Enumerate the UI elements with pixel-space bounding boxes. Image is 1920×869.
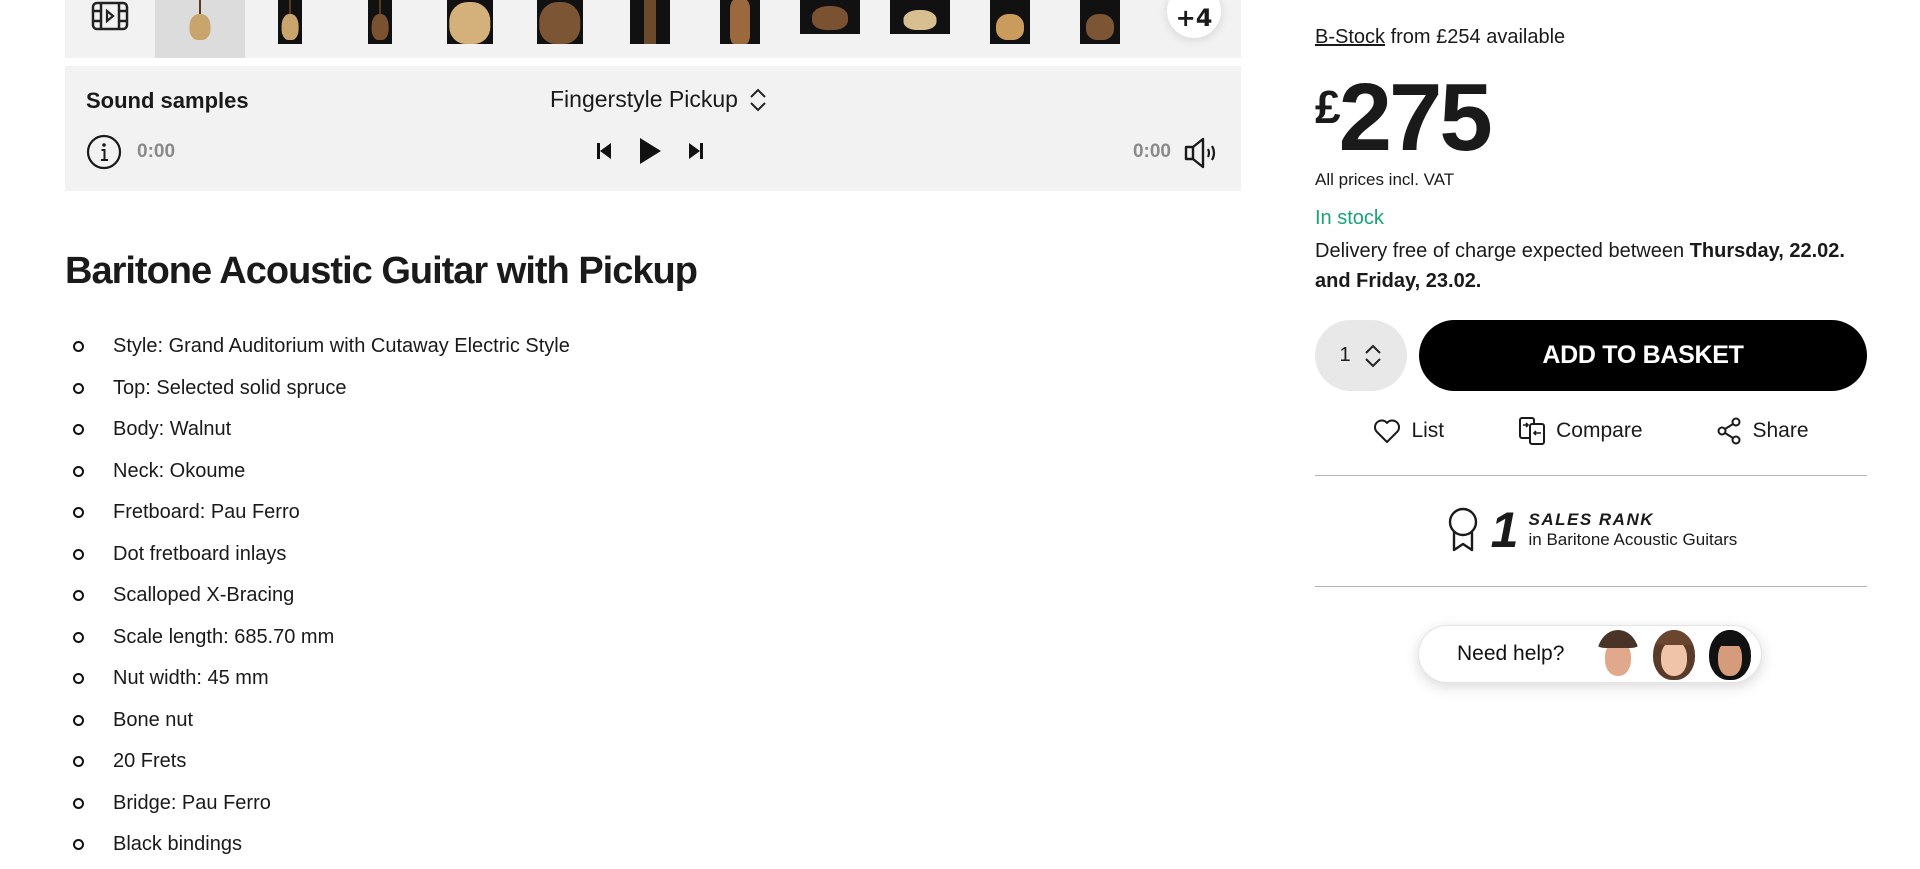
thumbnail-2[interactable] (245, 0, 335, 58)
bstock-offer: B-Stock from £254 available (1315, 26, 1565, 49)
divider (1315, 586, 1867, 587)
bullet-icon (73, 631, 84, 643)
chevron-up-down-icon (750, 88, 766, 111)
previous-button[interactable] (595, 141, 613, 161)
feature-item: Fretboard: Pau Ferro (65, 492, 570, 534)
feature-list: Style: Grand Auditorium with Cutaway Ele… (65, 326, 570, 866)
bstock-text: from £254 available (1385, 26, 1566, 48)
feature-item: 20 Frets (65, 741, 570, 783)
vat-note: All prices incl. VAT (1315, 170, 1455, 189)
sales-rank-category[interactable]: in Baritone Acoustic Guitars (1528, 530, 1737, 550)
bullet-icon (73, 756, 84, 768)
feature-item: Scale length: 685.70 mm (65, 617, 570, 659)
thumbnail-9[interactable] (875, 0, 965, 58)
skip-next-icon (689, 143, 703, 159)
bullet-icon (73, 424, 84, 436)
thumbnail-4[interactable] (425, 0, 515, 58)
film-play-icon (91, 1, 129, 31)
video-thumbnail[interactable] (65, 0, 155, 58)
bullet-icon (73, 465, 84, 477)
add-to-list-button[interactable]: List (1373, 416, 1444, 446)
bullet-icon (73, 673, 84, 685)
skip-previous-icon (597, 143, 611, 159)
feature-item: Dot fretboard inlays (65, 534, 570, 576)
price: £ 275 (1315, 64, 1493, 171)
bullet-icon (73, 590, 84, 602)
bullet-icon (73, 341, 84, 353)
chevron-up-down-icon (1364, 344, 1381, 367)
sample-select-value: Fingerstyle Pickup (550, 86, 738, 112)
volume-button[interactable] (1183, 136, 1221, 174)
bstock-link[interactable]: B-Stock (1315, 26, 1385, 48)
more-images-button[interactable]: +4 (1167, 0, 1221, 38)
feature-item: Style: Grand Auditorium with Cutaway Ele… (65, 326, 570, 368)
feature-item: Scalloped X-Bracing (65, 575, 570, 617)
play-button[interactable] (637, 136, 663, 166)
bullet-icon (73, 714, 84, 726)
product-title: Baritone Acoustic Guitar with Pickup (65, 250, 698, 292)
bullet-icon (73, 548, 84, 560)
avatar (1709, 630, 1751, 680)
info-icon (86, 134, 122, 170)
bullet-icon (73, 382, 84, 394)
thumbnail-8[interactable] (785, 0, 875, 58)
compare-icon (1519, 417, 1546, 445)
list-label: List (1411, 419, 1445, 442)
thumbnail-6[interactable] (605, 0, 695, 58)
current-time: 0:00 (137, 141, 176, 162)
price-amount: 275 (1338, 64, 1493, 171)
avatar (1653, 630, 1695, 680)
compare-button[interactable]: Compare (1518, 416, 1643, 446)
thumbnail-5[interactable] (515, 0, 605, 58)
sound-samples-player: Sound samples Fingerstyle Pickup 0:00 0:… (65, 66, 1241, 191)
volume-icon (1184, 137, 1216, 169)
feature-item: Neck: Okoume (65, 451, 570, 493)
sales-rank: 1 SALES RANK in Baritone Acoustic Guitar… (1315, 505, 1867, 555)
feature-item: Bone nut (65, 700, 570, 742)
add-to-basket-button[interactable]: ADD TO BASKET (1419, 320, 1867, 391)
stock-status: In stock (1315, 207, 1384, 229)
bullet-icon (73, 507, 84, 519)
heart-icon (1374, 419, 1401, 443)
image-gallery-thumbnails: +4 (65, 0, 1241, 58)
quantity-stepper[interactable]: 1 (1315, 320, 1407, 391)
feature-item: Top: Selected solid spruce (65, 368, 570, 410)
price-currency: £ (1315, 81, 1341, 133)
total-time: 0:00 (1132, 141, 1171, 162)
sound-samples-title: Sound samples (86, 88, 249, 113)
share-label: Share (1752, 419, 1809, 442)
thumbnail-11[interactable] (1055, 0, 1145, 58)
info-button[interactable] (86, 134, 122, 170)
bullet-icon (73, 797, 84, 809)
compare-label: Compare (1556, 419, 1643, 442)
feature-item: Nut width: 45 mm (65, 658, 570, 700)
thumbnail-7[interactable] (695, 0, 785, 58)
play-icon (640, 138, 661, 164)
avatar (1597, 630, 1639, 680)
sales-rank-number: 1 (1490, 502, 1519, 558)
sample-select[interactable]: Fingerstyle Pickup (550, 86, 768, 113)
thumbnail-3[interactable] (335, 0, 425, 58)
feature-item: Black bindings (65, 824, 570, 866)
share-icon (1717, 417, 1740, 445)
playback-controls (595, 136, 705, 166)
feature-item: Body: Walnut (65, 409, 570, 451)
delivery-prefix: Delivery free of charge expected between (1315, 240, 1690, 262)
delivery-info: Delivery free of charge expected between… (1315, 236, 1875, 296)
support-avatars (1597, 630, 1751, 680)
share-button[interactable]: Share (1717, 416, 1809, 446)
thumbnail-10[interactable] (965, 0, 1055, 58)
bullet-icon (73, 839, 84, 851)
award-ribbon-icon (1448, 507, 1477, 552)
divider (1315, 475, 1867, 476)
product-actions: List Compare Share (1315, 416, 1867, 446)
feature-item: Bridge: Pau Ferro (65, 783, 570, 825)
thumbnail-1[interactable] (155, 0, 245, 58)
quantity-value: 1 (1339, 344, 1351, 366)
sales-rank-label: SALES RANK (1528, 510, 1654, 529)
need-help-button[interactable]: Need help? (1418, 625, 1762, 683)
need-help-label: Need help? (1457, 642, 1565, 665)
next-button[interactable] (687, 141, 705, 161)
